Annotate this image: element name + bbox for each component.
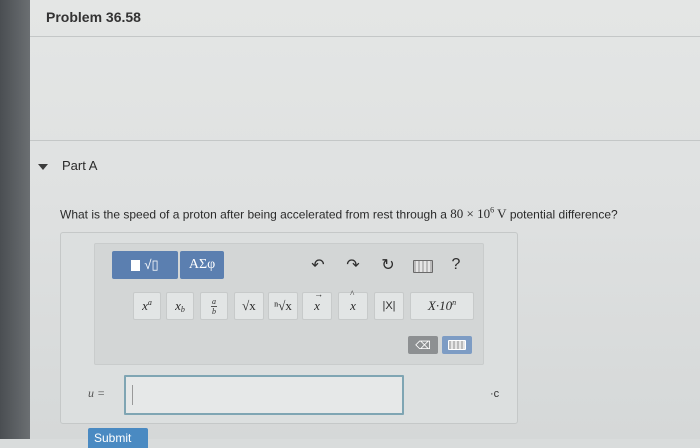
vector-button[interactable]: → x [302,289,332,320]
subscript-button[interactable]: xb [166,292,194,320]
keyboard-shortcuts-icon[interactable] [413,260,433,273]
problem-title: Problem 36.58 [46,9,141,25]
absolute-value-button[interactable]: |X| [374,292,404,320]
delete-button[interactable]: ⌫ [408,336,438,354]
scientific-notation-button[interactable]: X·10 n [410,292,474,320]
divider [30,36,700,37]
power-button[interactable]: xa [133,292,161,320]
text-caret [132,385,133,405]
help-button[interactable]: ? [446,256,466,274]
part-a-heading[interactable]: Part A [62,158,97,173]
collapse-triangle-icon[interactable] [38,164,48,170]
fraction-button[interactable]: ab [200,292,228,320]
submit-button[interactable]: Submit [88,428,148,448]
templates-tab[interactable]: √▯ [112,251,178,279]
reset-icon[interactable]: ↻ [378,256,398,274]
divider [30,140,700,141]
question-text: What is the speed of a proton after bein… [60,206,618,222]
question-text-after: potential difference? [506,207,618,222]
redo-icon[interactable]: ↷ [343,256,363,274]
answer-variable-label: u = [88,386,106,400]
square-root-button[interactable]: √x [234,292,264,320]
keyboard-toggle-button[interactable] [442,336,472,354]
question-value: 80 × 106 V [450,206,507,222]
answer-input[interactable] [124,375,404,415]
unit-vector-button[interactable]: ^ x [338,289,368,320]
keyboard-icon [448,340,466,350]
greek-symbols-tab[interactable]: ΑΣφ [180,251,224,279]
question-text-before: What is the speed of a proton after bein… [60,207,451,222]
left-sidebar-edge [0,0,30,439]
nth-root-button[interactable]: ⁿ√x [268,292,298,320]
square-icon [131,259,141,271]
answer-units: ·c [490,388,500,400]
undo-icon[interactable]: ↶ [308,256,328,274]
